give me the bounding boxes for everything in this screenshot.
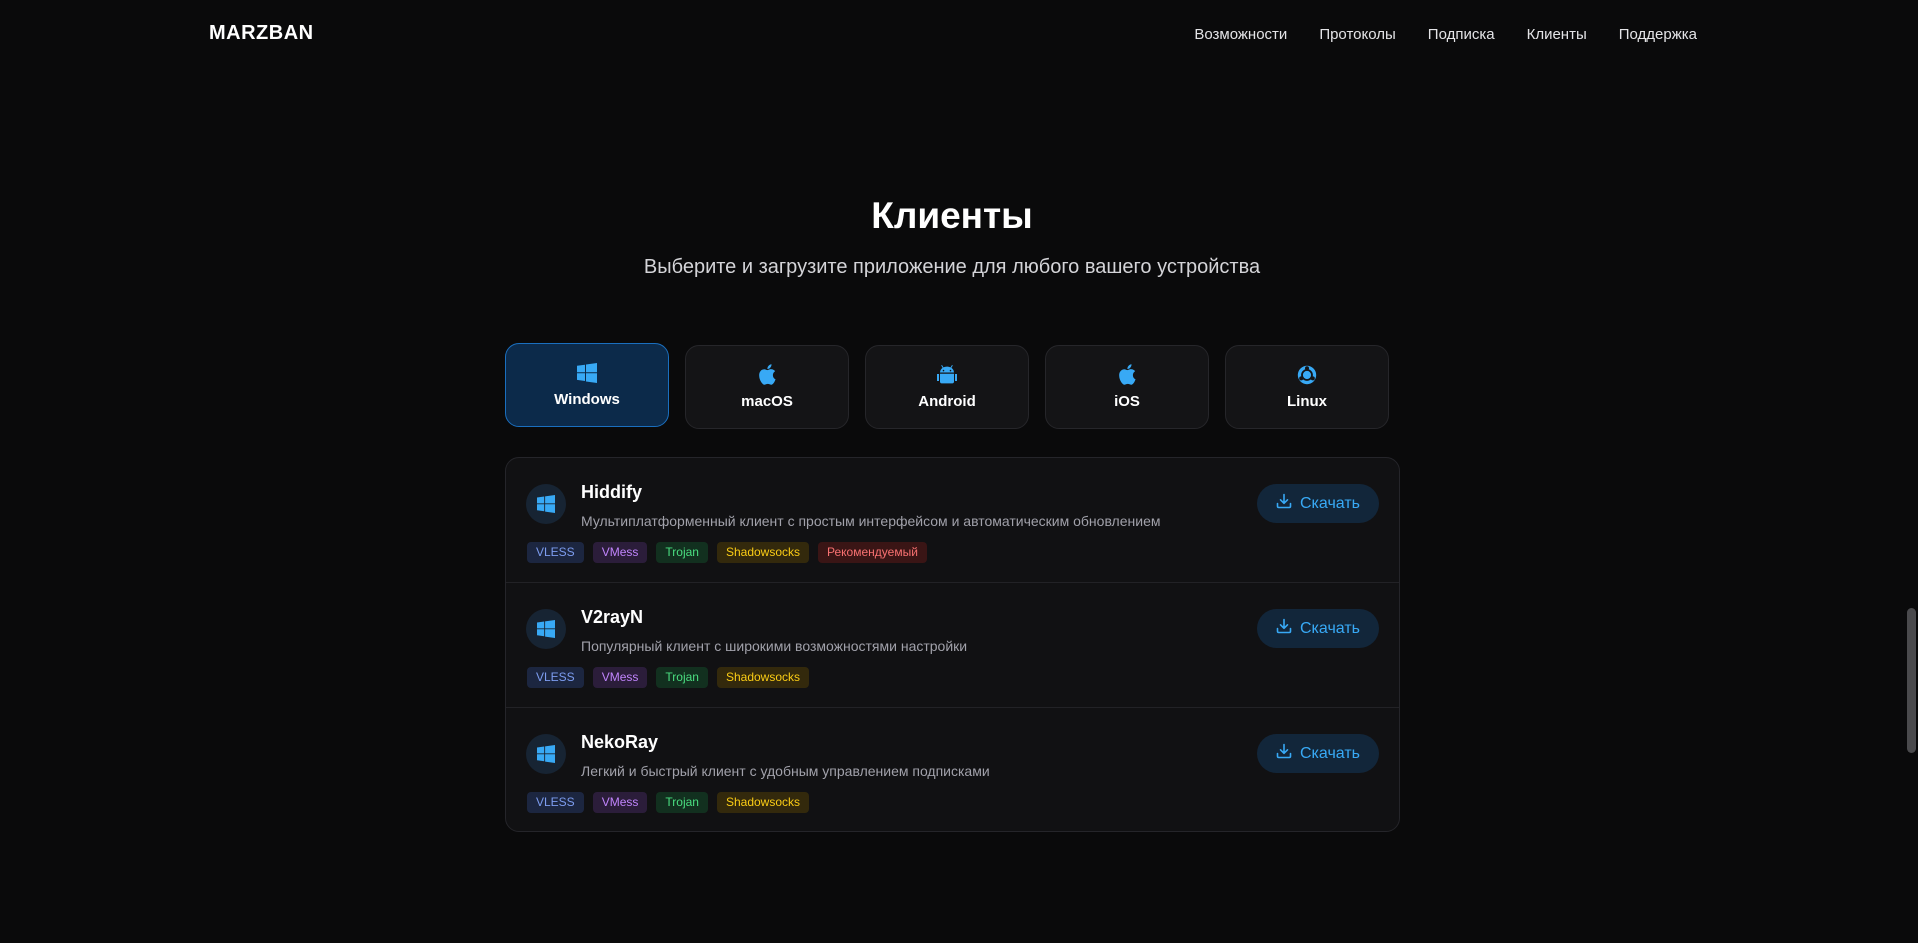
tab-label: macOS xyxy=(741,393,793,410)
nav-link-protocols[interactable]: Протоколы xyxy=(1319,26,1395,43)
nav-link-support[interactable]: Поддержка xyxy=(1619,26,1697,43)
tab-label: Windows xyxy=(554,390,620,408)
tag-vmess: VMess xyxy=(592,667,648,688)
tab-label: iOS xyxy=(1114,393,1140,410)
scrollbar[interactable] xyxy=(1904,0,1918,943)
linux-icon xyxy=(1297,365,1317,385)
tag-trojan: Trojan xyxy=(656,667,708,688)
tab-android[interactable]: Android xyxy=(865,345,1029,429)
nav-link-subscription[interactable]: Подписка xyxy=(1428,26,1495,43)
nav-link-clients[interactable]: Клиенты xyxy=(1527,26,1587,43)
client-list: Hiddify Мультиплатформенный клиент с про… xyxy=(505,457,1400,832)
tag-shadowsocks: Shadowsocks xyxy=(716,667,810,688)
tag-vmess: VMess xyxy=(592,542,648,563)
tag-list: VLESS VMess Trojan Shadowsocks Рекоменду… xyxy=(527,542,927,563)
tab-label: Linux xyxy=(1287,392,1327,410)
windows-icon xyxy=(526,734,566,774)
section-subtitle: Выберите и загрузите приложение для любо… xyxy=(643,256,1261,278)
list-item: Hiddify Мультиплатформенный клиент с про… xyxy=(506,458,1399,583)
tag-vless: VLESS xyxy=(527,542,584,563)
list-item: NekoRay Легкий и быстрый клиент с удобны… xyxy=(506,708,1399,831)
tag-trojan: Trojan xyxy=(656,792,708,813)
windows-icon xyxy=(526,484,566,524)
windows-icon xyxy=(526,609,566,649)
tag-list: VLESS VMess Trojan Shadowsocks xyxy=(527,792,810,813)
header: MARZBAN Возможности Протоколы Подписка К… xyxy=(0,0,1918,72)
download-button[interactable]: Скачать xyxy=(1257,484,1379,523)
download-button[interactable]: Скачать xyxy=(1257,734,1379,773)
client-name: NekoRay xyxy=(581,732,659,752)
client-description: Легкий и быстрый клиент с удобным управл… xyxy=(581,763,990,779)
download-icon xyxy=(1276,743,1292,764)
section-title: Клиенты xyxy=(871,195,1033,236)
tag-trojan: Trojan xyxy=(656,542,708,563)
scrollbar-thumb[interactable] xyxy=(1907,608,1916,753)
logo[interactable]: MARZBAN xyxy=(209,22,314,45)
apple-icon xyxy=(758,364,776,385)
tag-vmess: VMess xyxy=(592,792,648,813)
tab-macos[interactable]: macOS xyxy=(685,345,849,429)
tag-shadowsocks: Shadowsocks xyxy=(716,542,810,563)
client-description: Мультиплатформенный клиент с простым инт… xyxy=(581,513,1161,529)
tag-vless: VLESS xyxy=(527,792,584,813)
download-button[interactable]: Скачать xyxy=(1257,609,1379,648)
android-icon xyxy=(937,364,957,385)
list-item: V2rayN Популярный клиент с широкими возм… xyxy=(506,583,1399,708)
tag-shadowsocks: Shadowsocks xyxy=(716,792,810,813)
tab-windows[interactable]: Windows xyxy=(505,343,669,427)
client-name: V2rayN xyxy=(581,607,644,627)
tab-label: Android xyxy=(918,392,976,410)
download-icon xyxy=(1276,618,1292,639)
download-icon xyxy=(1276,493,1292,514)
tag-vless: VLESS xyxy=(527,667,584,688)
page: MARZBAN Возможности Протоколы Подписка К… xyxy=(0,0,1918,943)
main-nav: Возможности Протоколы Подписка Клиенты П… xyxy=(1194,26,1697,43)
apple-icon xyxy=(1118,364,1136,385)
tag-recommended: Рекомендуемый xyxy=(818,542,927,563)
download-label: Скачать xyxy=(1300,744,1360,762)
download-label: Скачать xyxy=(1300,619,1360,637)
platform-tabs: Windows macOS Android iOS Linux xyxy=(505,343,1389,429)
tag-list: VLESS VMess Trojan Shadowsocks xyxy=(527,667,810,688)
nav-link-features[interactable]: Возможности xyxy=(1194,26,1287,43)
client-name: Hiddify xyxy=(581,482,642,502)
tab-ios[interactable]: iOS xyxy=(1045,345,1209,429)
download-label: Скачать xyxy=(1300,494,1360,512)
client-description: Популярный клиент с широкими возможностя… xyxy=(581,638,968,654)
tab-linux[interactable]: Linux xyxy=(1225,345,1389,429)
windows-icon xyxy=(577,362,597,383)
